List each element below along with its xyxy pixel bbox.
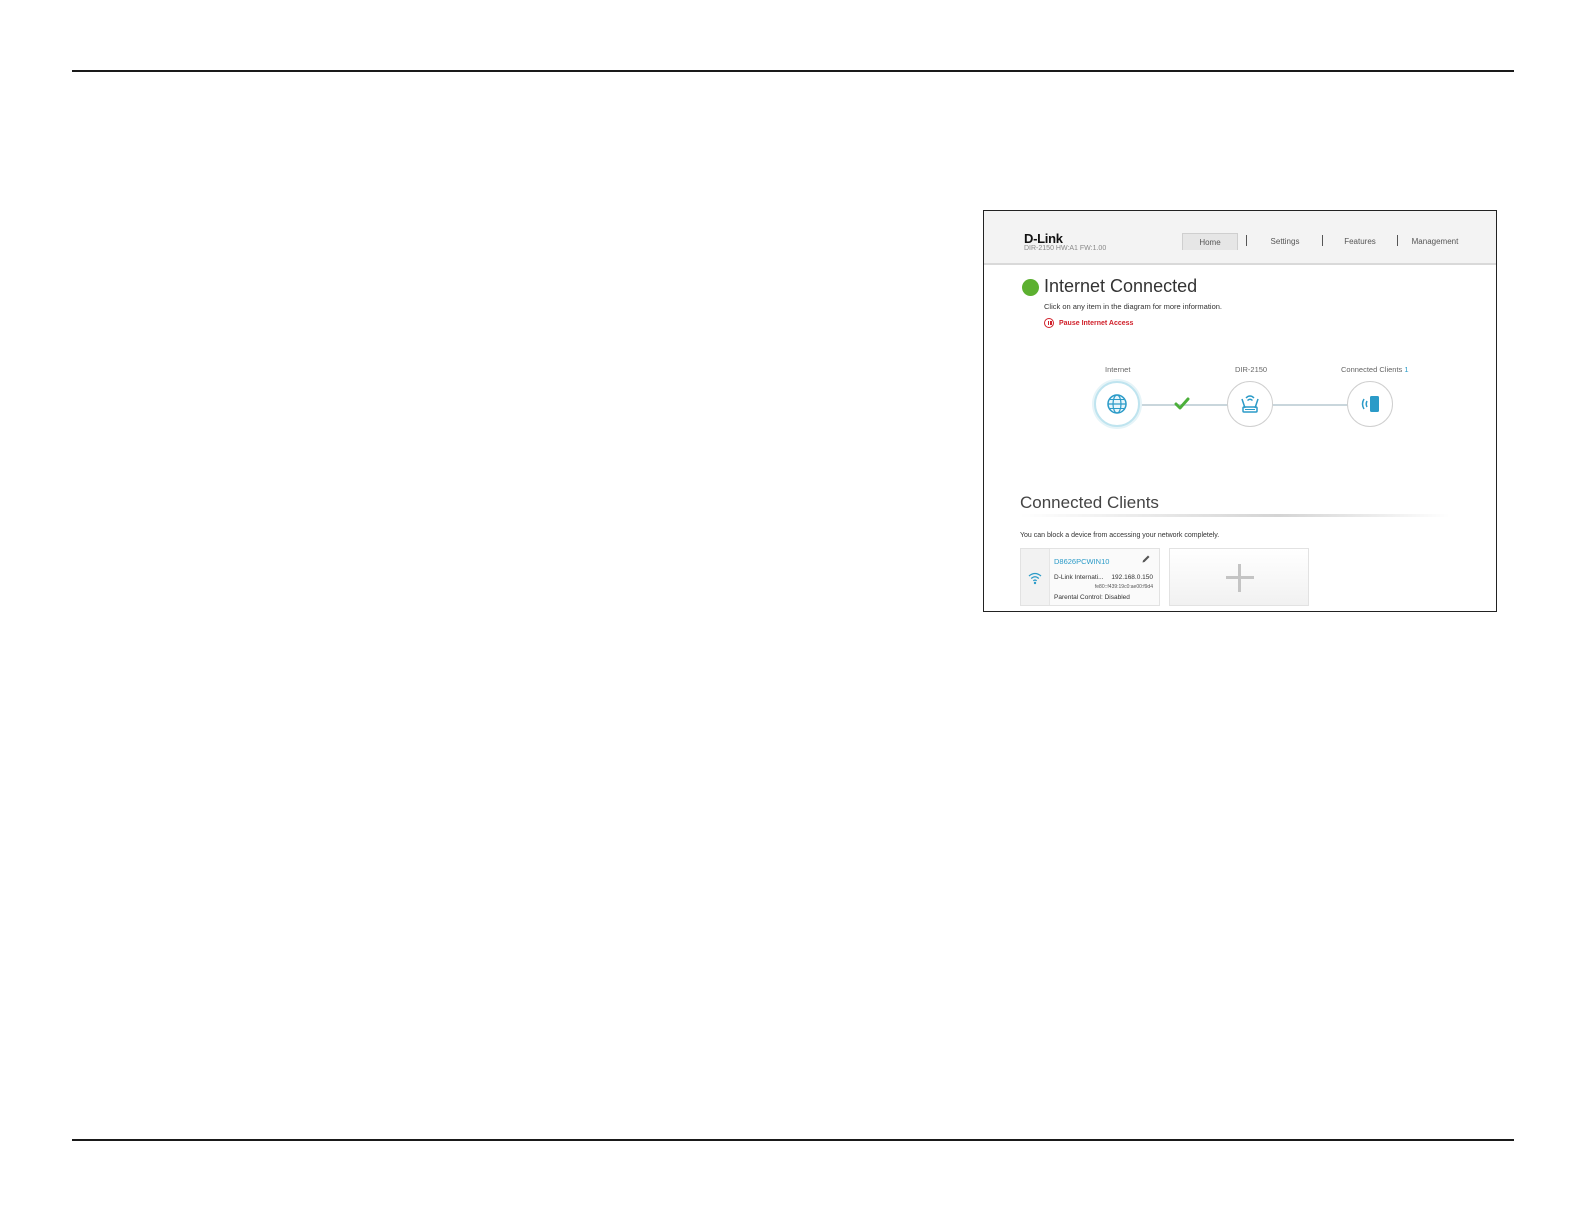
client-name[interactable]: D8626PCWIN10 (1054, 557, 1109, 566)
nav-separator (1246, 235, 1247, 246)
nav-separator (1397, 235, 1398, 246)
nav-management[interactable]: Management (1406, 233, 1464, 250)
connected-clients-title: Connected Clients (1020, 493, 1159, 512)
status-title: Internet Connected (1044, 276, 1198, 296)
clients-node[interactable] (1347, 381, 1393, 427)
status-subtitle: Click on any item in the diagram for mor… (1044, 302, 1222, 311)
edit-pencil-icon[interactable] (1141, 554, 1151, 564)
header-bar: D-Link DIR-2150 HW:A1 FW:1.00 Home Setti… (984, 211, 1496, 265)
router-label: DIR-2150 (1235, 365, 1268, 374)
model-info: DIR-2150 HW:A1 FW:1.00 (1024, 245, 1107, 252)
router-clients-link (1273, 404, 1348, 406)
router-node[interactable] (1227, 381, 1273, 427)
section-divider (1020, 514, 1450, 517)
pause-internet-access-link[interactable]: Pause Internet Access (1059, 320, 1133, 327)
nav-separator (1322, 235, 1323, 246)
nav-home[interactable]: Home (1182, 233, 1238, 250)
add-client-button[interactable] (1169, 548, 1309, 606)
clients-label: Connected Clients 1 (1341, 365, 1409, 374)
status-indicator-icon (1022, 279, 1039, 296)
bottom-rule (72, 1139, 1514, 1141)
internet-node[interactable] (1094, 381, 1140, 427)
client-ip: 192.168.0.150 (1111, 574, 1153, 581)
top-rule (72, 70, 1514, 72)
client-card[interactable]: D8626PCWIN10 D-Link Internati... 192.168… (1020, 548, 1160, 606)
parental-control-status: Parental Control: Disabled (1054, 594, 1130, 601)
nav-settings[interactable]: Settings (1260, 233, 1310, 250)
connected-clients-description: You can block a device from accessing yo… (1020, 532, 1220, 539)
client-vendor: D-Link Internati... (1054, 574, 1104, 581)
internet-label: Internet (1105, 365, 1131, 374)
pause-icon[interactable] (1044, 318, 1054, 328)
router-web-ui-screenshot: D-Link DIR-2150 HW:A1 FW:1.00 Home Setti… (983, 210, 1497, 612)
mobile-device-icon (1361, 396, 1379, 412)
client-ipv6: fe80::f439:19c0:ae00:f9d4 (1094, 584, 1153, 590)
globe-icon (1107, 394, 1127, 414)
plus-icon-vertical (1238, 564, 1241, 592)
nav-features[interactable]: Features (1336, 233, 1384, 250)
router-icon (1241, 395, 1259, 413)
wifi-icon (1028, 572, 1042, 585)
clients-count: 1 (1404, 365, 1409, 374)
clients-label-text: Connected Clients (1341, 365, 1403, 374)
dlink-logo: D-Link (1024, 231, 1063, 246)
check-icon (1174, 397, 1190, 410)
